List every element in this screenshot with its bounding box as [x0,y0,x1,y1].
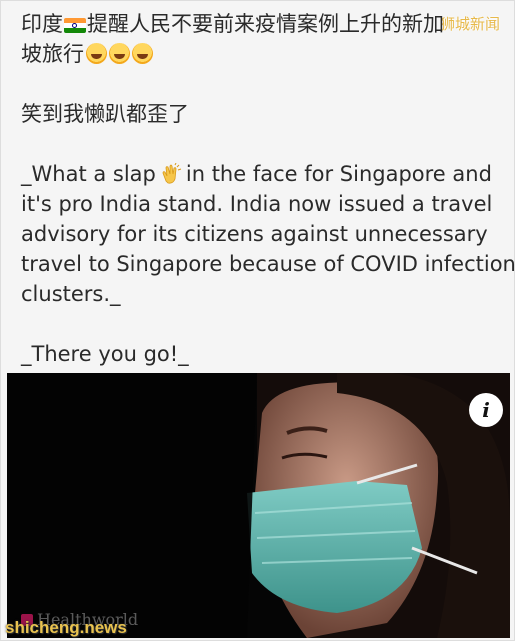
clapping-hands-icon [162,163,182,184]
post-text: 印度 提醒人民不要前来疫情案例上升的新加 坡旅行 笑到我懒趴都歪了 _What a… [21,9,515,369]
post-text-segment: in the face for Singapore and [185,162,492,186]
rolling-laughing-emoji-icon [86,43,107,64]
post-line-1: 印度 提醒人民不要前来疫情案例上升的新加 [21,9,501,39]
social-post-card: 狮城新闻 印度 提醒人民不要前来疫情案例上升的新加 坡旅行 笑到我懒趴都歪了 _W… [0,0,515,641]
post-english-line-3: advisory for its citizens against unnece… [21,222,488,246]
post-english-line-1: _What a slap in the face for Singapore a… [21,159,501,189]
post-english-line-6: _There you go!_ [21,342,189,366]
rolling-laughing-emoji-icon [132,43,153,64]
post-english-line-2: it's pro India stand. India now issued a… [21,192,493,216]
rolling-laughing-emoji-icon [109,43,130,64]
post-text-segment: 坡旅行 [21,42,84,66]
watermark-bottom: shicheng.news [5,618,127,637]
post-english-line-4: travel to Singapore because of COVID inf… [21,252,515,276]
post-text-segment: 提醒人民不要前来疫情案例上升的新加 [87,12,444,36]
post-text-segment: 印度 [21,12,63,36]
video-frame [7,373,510,638]
post-english-line-5: clusters._ [21,282,121,306]
post-line-2: 坡旅行 [21,39,501,69]
india-flag-icon [64,18,86,33]
post-line-3: 笑到我懒趴都歪了 [21,102,189,126]
info-icon[interactable]: i [469,393,503,427]
post-text-segment: _What a slap [21,162,156,186]
video-player[interactable]: i Healthworld [7,373,510,638]
